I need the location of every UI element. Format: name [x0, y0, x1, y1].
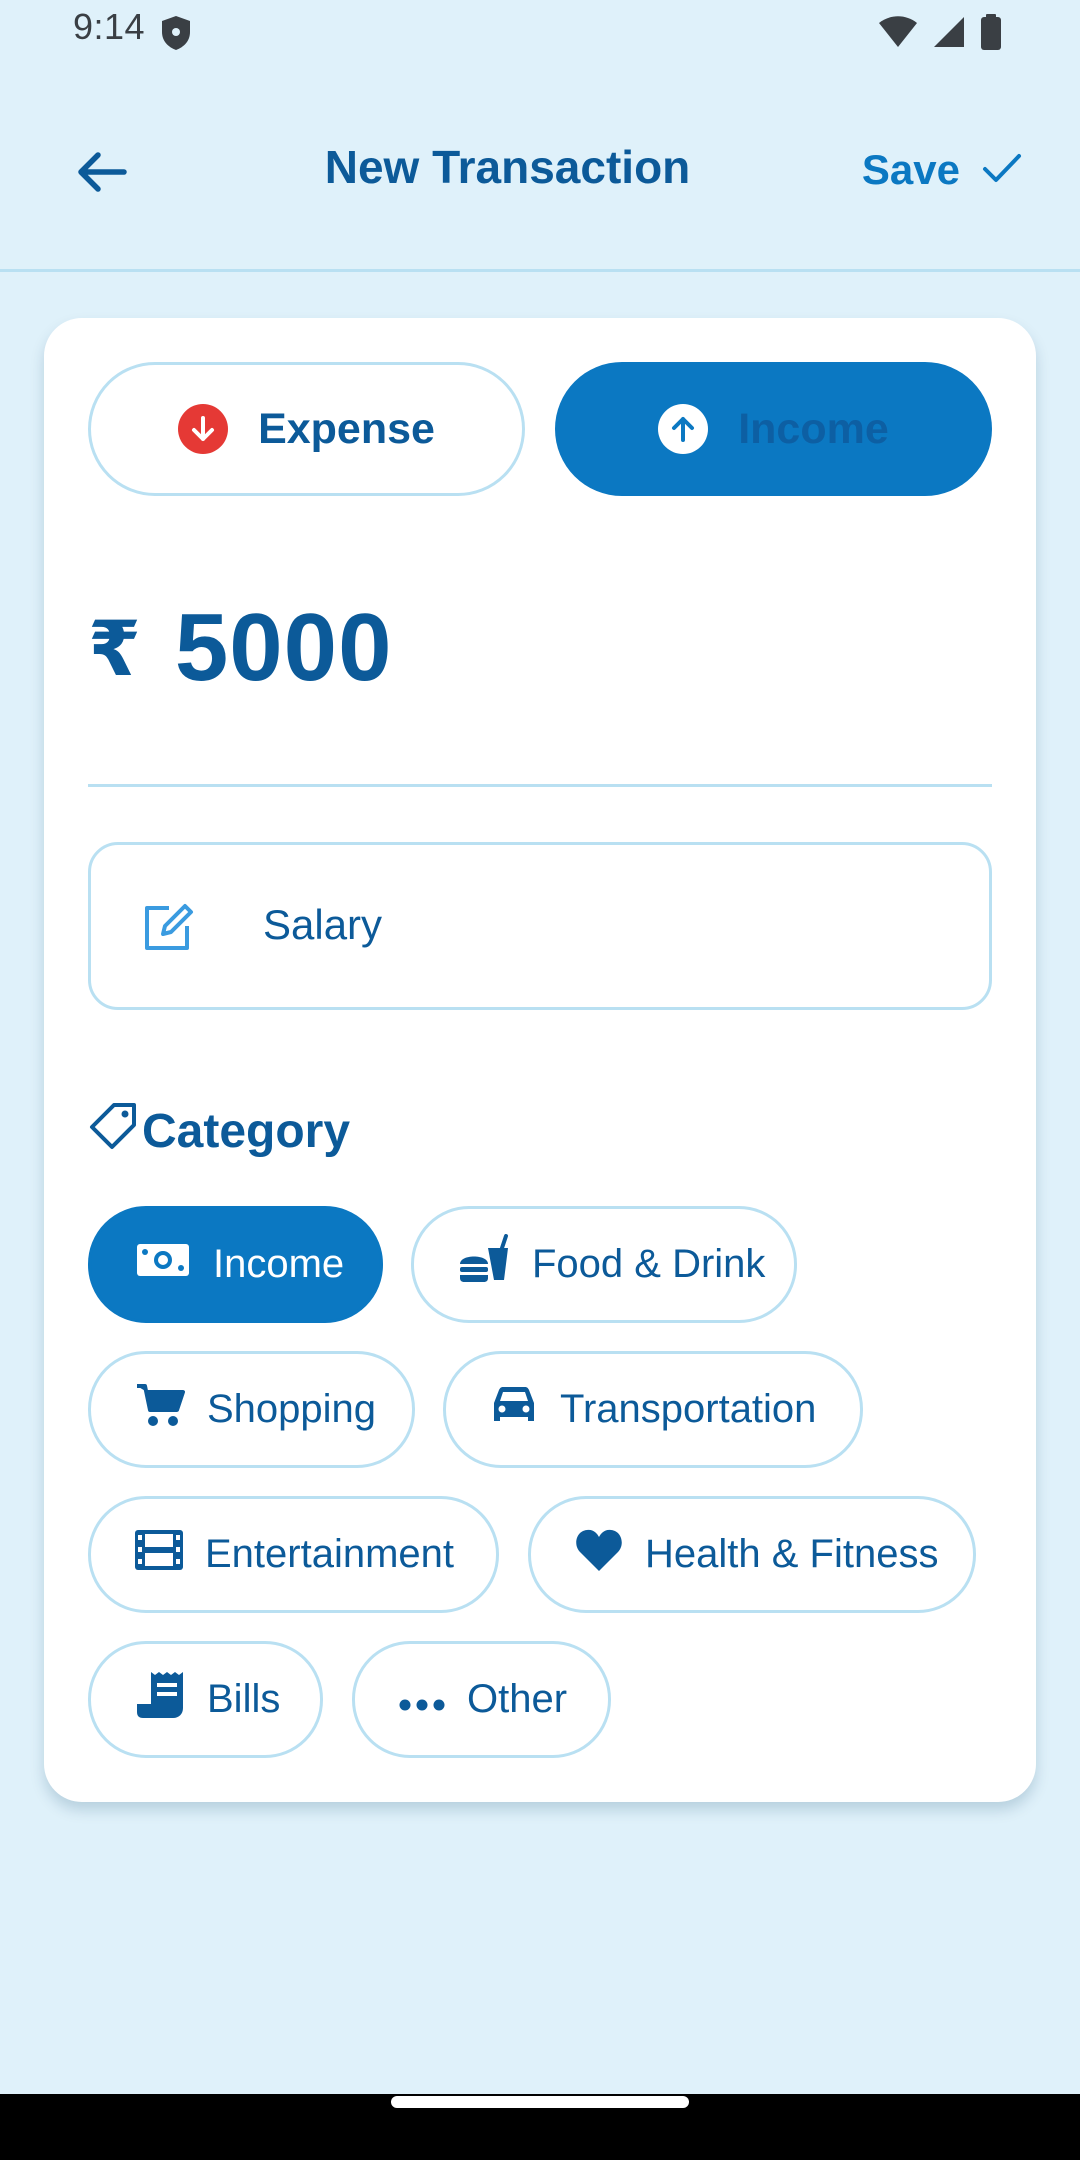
- income-label: Income: [738, 404, 889, 453]
- income-button[interactable]: Income: [555, 362, 992, 496]
- currency-symbol: ₹: [88, 606, 141, 692]
- arrow-up-circle-icon: [658, 404, 709, 454]
- category-chip-label: Entertainment: [205, 1532, 455, 1576]
- battery-icon: [980, 14, 1002, 55]
- category-chip-label: Shopping: [207, 1387, 377, 1431]
- save-button[interactable]: Save: [862, 140, 1022, 200]
- fastfood-icon: [458, 1233, 510, 1296]
- category-chip-other[interactable]: Other: [352, 1641, 611, 1758]
- signal-icon: [932, 15, 966, 54]
- film-icon: [135, 1529, 183, 1580]
- amount-value: 5000: [174, 594, 393, 701]
- edit-note-icon: [141, 900, 195, 959]
- category-chip-label: Transportation: [560, 1387, 817, 1431]
- status-bar: 9:14: [0, 0, 1080, 64]
- receipt-icon: [135, 1670, 185, 1730]
- expense-label: Expense: [258, 404, 435, 453]
- check-icon: [982, 146, 1022, 194]
- car-icon: [490, 1385, 538, 1435]
- category-chip-transportation[interactable]: Transportation: [443, 1351, 863, 1468]
- note-field[interactable]: Salary: [88, 842, 992, 1010]
- heart-icon: [575, 1528, 623, 1582]
- category-chip-label: Bills: [207, 1677, 281, 1721]
- amount-input[interactable]: ₹ 5000: [88, 588, 392, 708]
- note-value: Salary: [263, 901, 383, 948]
- type-toggle: Expense Income: [88, 362, 992, 496]
- category-chip-label: Food & Drink: [532, 1242, 766, 1286]
- category-chip-label: Other: [467, 1677, 568, 1721]
- category-chip-health-fitness[interactable]: Health & Fitness: [528, 1496, 976, 1613]
- divider: [88, 784, 992, 787]
- cart-icon: [135, 1382, 185, 1438]
- money-icon: [135, 1240, 191, 1290]
- category-header: Category: [88, 1096, 350, 1166]
- category-title: Category: [142, 1104, 351, 1158]
- home-handle[interactable]: [391, 2096, 689, 2108]
- transaction-card: Expense Income ₹ 5000 Salary Category In…: [44, 318, 1036, 1802]
- category-chip-shopping[interactable]: Shopping: [88, 1351, 415, 1468]
- category-chip-bills[interactable]: Bills: [88, 1641, 323, 1758]
- category-chip-label: Income: [213, 1242, 345, 1286]
- wifi-icon: [878, 15, 918, 54]
- category-chip-entertainment[interactable]: Entertainment: [88, 1496, 499, 1613]
- navigation-bar: [0, 2094, 1080, 2160]
- category-chip-food-drink[interactable]: Food & Drink: [411, 1206, 797, 1323]
- category-chip-label: Health & Fitness: [645, 1532, 939, 1576]
- status-icons: [878, 14, 1002, 55]
- tag-icon: [88, 1099, 140, 1163]
- more-icon: [399, 1677, 445, 1722]
- shield-icon: [160, 14, 192, 57]
- category-chip-income[interactable]: Income: [88, 1206, 383, 1323]
- save-label: Save: [861, 146, 960, 193]
- app-bar: New Transaction Save: [0, 100, 1080, 272]
- status-time: 9:14: [73, 6, 146, 47]
- arrow-down-circle-icon: [178, 404, 229, 454]
- expense-button[interactable]: Expense: [88, 362, 525, 496]
